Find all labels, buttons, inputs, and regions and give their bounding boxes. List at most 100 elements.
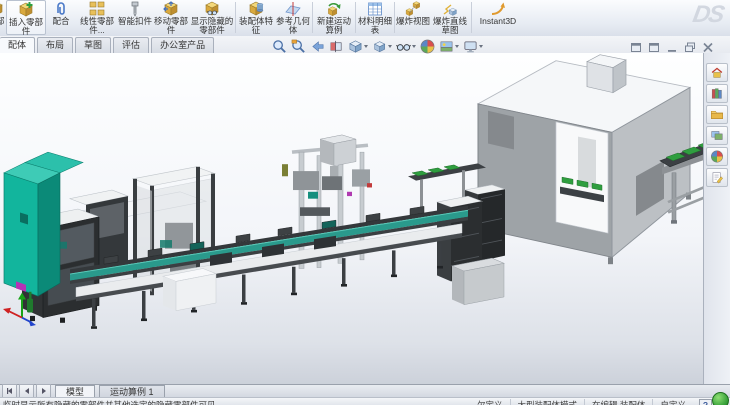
apply-scene-button[interactable]	[438, 39, 460, 54]
ribbon-button-label: 爆炸直线草图	[430, 17, 470, 35]
hide-show-items-button[interactable]	[395, 39, 417, 54]
ribbon-button-label: 爆炸视图	[396, 17, 430, 26]
tab-office-products[interactable]: 办公室产品	[151, 37, 214, 53]
mate-icon	[53, 1, 69, 17]
ribbon-button-bill-of-materials[interactable]: 材料明细表	[357, 0, 393, 35]
ribbon-button-label: 参考几何体	[275, 17, 311, 35]
define-status: 欠定义	[470, 399, 510, 405]
previous-view-button[interactable]	[309, 39, 326, 54]
motion-study-icon	[326, 1, 342, 17]
instant3d-icon	[490, 1, 506, 17]
notification-badge[interactable]	[712, 392, 729, 405]
ribbon-button-label: Instant3D	[480, 17, 516, 26]
ribbon: 零部件 插入零部件 配合 线性零部件... 智能扣件	[0, 0, 730, 37]
main-conveyor[interactable]	[70, 206, 468, 329]
large-assembly-mode-status: 大型装配体模式	[510, 399, 585, 405]
ribbon-button-label: 新建运动算例	[314, 17, 354, 35]
bottom-tab-strip: 模型 运动算例 1	[0, 384, 730, 398]
ribbon-button-label: 移动零部件	[152, 17, 190, 35]
ribbon-separator	[355, 2, 356, 33]
dropdown-arrow-icon	[479, 45, 483, 48]
explode-line-sketch-icon	[442, 1, 458, 17]
move-component-icon	[163, 1, 179, 17]
scroll-tabs-start-button[interactable]	[2, 384, 17, 398]
ribbon-button-label: 智能扣件	[118, 17, 152, 26]
dassault-systemes-logo: DS	[690, 1, 724, 29]
dropdown-arrow-icon	[412, 45, 416, 48]
status-message: 临时显示所有隐藏的零部件并其他选定的隐藏零部件可见	[3, 399, 216, 405]
task-pane	[703, 53, 730, 384]
view-settings-button[interactable]	[462, 39, 484, 54]
file-explorer-button[interactable]	[706, 105, 728, 124]
dropdown-arrow-icon	[364, 45, 368, 48]
view-orientation-button[interactable]	[347, 39, 369, 54]
cascade-windows-button[interactable]	[647, 42, 660, 53]
zoom-to-fit-button[interactable]	[271, 39, 288, 54]
white-table[interactable]	[163, 268, 216, 310]
ribbon-button-label: 显示隐藏的零部件	[190, 17, 234, 35]
smart-fastener-icon	[127, 1, 143, 17]
edit-component-icon	[0, 1, 4, 17]
ribbon-button-label: 配合	[52, 17, 69, 26]
status-right: 欠定义 大型装配体模式 在编辑 装配体 自定义 ?	[470, 399, 712, 405]
assembly-features-icon	[248, 1, 264, 17]
status-bar: 临时显示所有隐藏的零部件并其他选定的隐藏零部件可见 欠定义 大型装配体模式 在编…	[0, 397, 730, 405]
view-palette-button[interactable]	[706, 126, 728, 145]
scroll-tabs-right-button[interactable]	[36, 384, 51, 398]
large-enclosure-machine[interactable]	[478, 55, 691, 264]
bom-table-icon	[367, 1, 383, 17]
help-button[interactable]: ?	[699, 399, 712, 405]
gray-machine-base[interactable]	[452, 258, 504, 305]
appearances-scenes-button[interactable]	[706, 147, 728, 166]
show-hidden-components-icon	[204, 1, 220, 17]
tab-sketch[interactable]: 草图	[75, 37, 111, 53]
ribbon-button-label: 材料明细表	[357, 17, 393, 35]
document-window-controls	[629, 42, 714, 53]
ribbon-button-explode-line-sketch[interactable]: 爆炸直线草图	[430, 0, 470, 35]
heads-up-view-toolbar	[271, 39, 484, 54]
tab-assembly[interactable]: 配体	[0, 37, 35, 53]
restore-icon[interactable]	[683, 42, 696, 53]
ribbon-separator	[471, 2, 472, 33]
dropdown-arrow-icon	[388, 45, 392, 48]
minimize-icon[interactable]	[665, 42, 678, 53]
ribbon-button-new-motion-study[interactable]: 新建运动算例	[314, 0, 354, 35]
solidworks-resources-button[interactable]	[706, 63, 728, 82]
editing-assembly-status: 在编辑 装配体	[584, 399, 652, 405]
tab-layout[interactable]: 布局	[37, 37, 73, 53]
ribbon-button-exploded-view[interactable]: 爆炸视图	[396, 0, 430, 35]
linear-pattern-icon	[89, 1, 105, 17]
close-icon[interactable]	[701, 42, 714, 53]
new-window-button[interactable]	[629, 42, 642, 53]
edit-appearance-button[interactable]	[419, 39, 436, 54]
ribbon-button-label: 线性零部件...	[76, 17, 118, 35]
tab-evaluate[interactable]: 评估	[113, 37, 149, 53]
ribbon-button-show-hidden-components[interactable]: 显示隐藏的零部件	[190, 0, 234, 35]
section-view-button[interactable]	[328, 39, 345, 54]
ribbon-button-reference-geometry[interactable]: 参考几何体	[275, 0, 311, 35]
ribbon-button-instant3d[interactable]: Instant3D	[473, 0, 523, 35]
assembly-3d-scene	[0, 53, 704, 384]
ribbon-separator	[394, 2, 395, 33]
reference-geometry-icon	[285, 1, 301, 17]
display-style-button[interactable]	[371, 39, 393, 54]
ribbon-separator	[235, 2, 236, 33]
ribbon-button-move-component[interactable]: 移动零部件	[152, 0, 190, 35]
ribbon-button-mate[interactable]: 配合	[46, 0, 76, 35]
custom-properties-button[interactable]	[706, 168, 728, 187]
ribbon-button-label: 装配体特征	[237, 17, 275, 35]
dropdown-arrow-icon	[455, 45, 459, 48]
exploded-view-icon	[405, 1, 421, 17]
solidworks-window: 零部件 插入零部件 配合 线性零部件... 智能扣件	[0, 0, 730, 405]
scroll-tabs-left-button[interactable]	[19, 384, 34, 398]
ribbon-button-smart-fasteners[interactable]: 智能扣件	[118, 0, 152, 35]
ribbon-button-insert-components[interactable]: 插入零部件	[6, 0, 46, 35]
zoom-to-area-button[interactable]	[290, 39, 307, 54]
ribbon-button-assembly-features[interactable]: 装配体特征	[237, 0, 275, 35]
customize-menu[interactable]: 自定义	[652, 399, 693, 405]
insert-component-icon	[18, 2, 34, 18]
ribbon-separator	[312, 2, 313, 33]
ribbon-button-linear-pattern[interactable]: 线性零部件...	[76, 0, 118, 35]
graphics-viewport[interactable]	[0, 53, 704, 384]
design-library-button[interactable]	[706, 84, 728, 103]
